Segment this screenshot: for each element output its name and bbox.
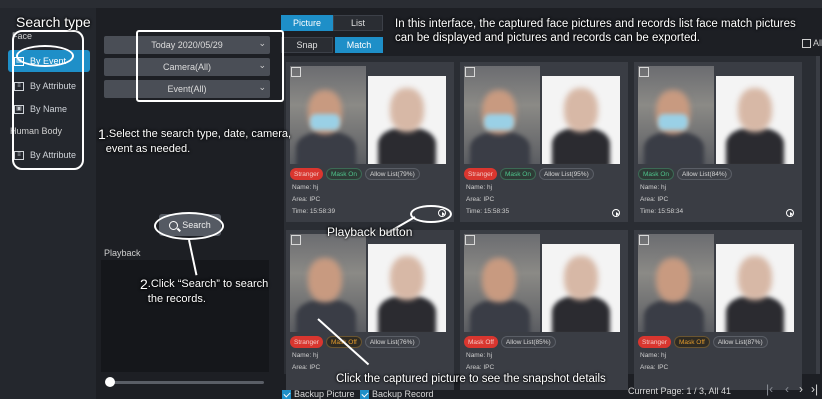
face-match-card[interactable]: Mask Off Allow List(85%) Name: hj Area: … (460, 230, 628, 390)
status-badge: Allow List(79%) (364, 168, 420, 180)
match-picture (716, 244, 794, 332)
annotation-intro: In this interface, the captured face pic… (395, 18, 796, 44)
status-badge: Allow List(87%) (712, 336, 768, 348)
card-tags: Mask On Allow List(84%) (638, 168, 798, 180)
card-checkbox[interactable] (291, 67, 301, 77)
status-badge: Mask On (325, 168, 362, 180)
card-time: Time: 15:58:35 (466, 208, 510, 215)
playback-progress-handle[interactable] (105, 377, 115, 387)
face-match-card[interactable]: Stranger Mask Off Allow List(87%) Name: … (634, 230, 802, 390)
match-picture (716, 76, 794, 164)
status-badge: Mask On (638, 168, 675, 180)
card-checkbox[interactable] (639, 235, 649, 245)
face-match-card[interactable]: Stranger Mask Off Allow List(76%) Name: … (286, 230, 454, 390)
filters-highlight (136, 30, 284, 102)
card-area: Area: IPC (292, 364, 321, 371)
status-badge: Allow List(84%) (677, 168, 732, 180)
captured-picture[interactable] (290, 234, 366, 332)
annotation-playback-button: Playback button (327, 225, 413, 239)
backup-record-checkbox[interactable]: Backup Record (360, 389, 434, 399)
card-tags: Mask Off Allow List(85%) (464, 336, 624, 348)
status-badge: Mask Off (673, 336, 710, 348)
card-area: Area: IPC (292, 196, 321, 203)
card-checkbox[interactable] (465, 67, 475, 77)
picture-grid: Stranger Mask On Allow List(79%) Name: h… (284, 56, 820, 390)
face-match-card[interactable]: Stranger Mask On Allow List(79%) Name: h… (286, 62, 454, 222)
card-name: Name: hj (292, 184, 319, 191)
status-badge: Allow List(85%) (500, 336, 556, 348)
match-picture (368, 244, 446, 332)
card-area: Area: IPC (466, 364, 495, 371)
match-picture (368, 76, 446, 164)
card-name: Name: hj (292, 352, 319, 359)
annotation-click-picture: Click the captured picture to see the sn… (336, 373, 606, 385)
playback-button-highlight (410, 205, 452, 223)
select-all-label: All (813, 38, 822, 48)
search-button-highlight (154, 212, 224, 240)
annotation-step2: 2.Click “Search” to search the records. (140, 277, 276, 307)
step1-number: 1 (98, 126, 106, 142)
grid-scrollbar[interactable] (816, 56, 820, 374)
tab-list[interactable]: List (333, 15, 383, 31)
page-info: Current Page: 1 / 3, All 41 (628, 386, 732, 396)
status-badge: Stranger (464, 168, 497, 180)
captured-picture[interactable] (638, 66, 714, 164)
playback-icon[interactable] (786, 209, 794, 217)
captured-picture[interactable] (464, 234, 540, 332)
status-badge: Mask Off (464, 336, 498, 348)
status-badge: Mask On (499, 168, 536, 180)
card-area: Area: IPC (640, 196, 669, 203)
card-name: Name: hj (640, 352, 667, 359)
step2-text: .Click “Search” to search the records. (147, 278, 269, 305)
step1-text: .Select the search type, date, camera, e… (105, 128, 292, 155)
playback-label: Playback (104, 248, 141, 258)
playback-progress-track[interactable] (108, 381, 264, 384)
backup-picture-checkbox[interactable]: Backup Picture (282, 389, 355, 399)
card-area: Area: IPC (466, 196, 495, 203)
card-checkbox[interactable] (291, 235, 301, 245)
checkbox-checked-icon (282, 389, 291, 399)
backup-picture-label: Backup Picture (294, 389, 355, 399)
card-tags: Stranger Mask Off Allow List(87%) (638, 336, 798, 348)
card-checkbox[interactable] (465, 235, 475, 245)
first-page-icon[interactable]: |‹ (766, 382, 773, 396)
card-time: Time: 15:58:39 (292, 208, 336, 215)
card-name: Name: hj (466, 184, 493, 191)
prev-page-icon[interactable]: ‹ (785, 382, 789, 396)
card-area: Area: IPC (640, 364, 669, 371)
card-tags: Stranger Mask On Allow List(95%) (464, 168, 624, 180)
status-badge: Stranger (638, 336, 671, 348)
annotation-title: Search type (16, 14, 91, 30)
face-match-card[interactable]: Mask On Allow List(84%) Name: hj Area: I… (634, 62, 802, 222)
captured-picture[interactable] (464, 66, 540, 164)
card-tags: Stranger Mask On Allow List(79%) (290, 168, 450, 180)
playback-icon[interactable] (612, 209, 620, 217)
top-strip (0, 0, 822, 8)
card-tags: Stranger Mask Off Allow List(76%) (290, 336, 450, 348)
match-picture (542, 76, 620, 164)
captured-picture[interactable] (290, 66, 366, 164)
next-page-icon[interactable]: › (799, 382, 803, 396)
tab-snap[interactable]: Snap (281, 37, 333, 53)
tab-match[interactable]: Match (335, 37, 383, 53)
status-badge: Stranger (290, 168, 323, 180)
tab-picture[interactable]: Picture (281, 15, 333, 31)
captured-picture[interactable] (638, 234, 714, 332)
by-event-highlight (16, 45, 74, 67)
status-badge: Allow List(95%) (538, 168, 594, 180)
card-checkbox[interactable] (639, 67, 649, 77)
annotation-step1: 1.Select the search type, date, camera, … (98, 127, 292, 157)
match-picture (542, 244, 620, 332)
card-name: Name: hj (640, 184, 667, 191)
status-badge: Allow List(76%) (364, 336, 420, 348)
checkbox-checked-icon (360, 389, 369, 399)
last-page-icon[interactable]: ›| (811, 382, 818, 396)
card-time: Time: 15:58:34 (640, 208, 684, 215)
step2-number: 2 (140, 276, 148, 292)
status-badge: Stranger (290, 336, 323, 348)
card-name: Name: hj (466, 352, 493, 359)
backup-record-label: Backup Record (372, 389, 434, 399)
face-match-card[interactable]: Stranger Mask On Allow List(95%) Name: h… (460, 62, 628, 222)
